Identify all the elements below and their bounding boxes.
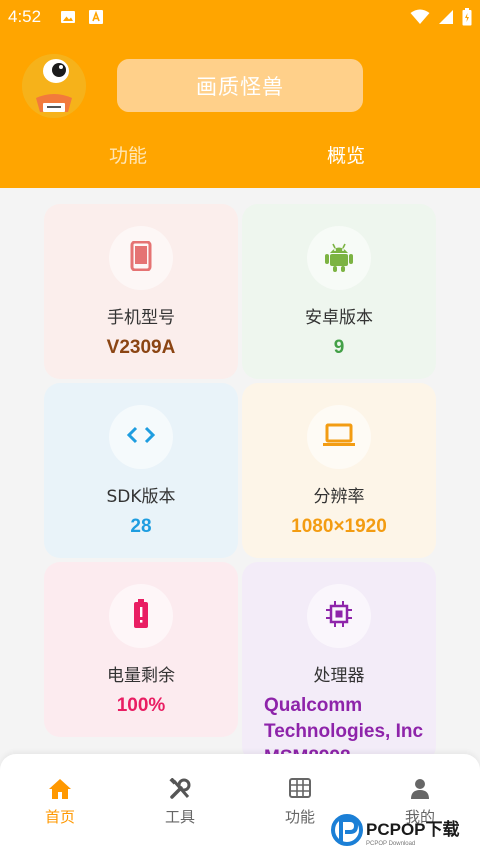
card-value: 9: [333, 337, 345, 358]
card-resolution: 分辨率 1080×1920: [242, 383, 436, 558]
card-battery: 电量剩余 100%: [44, 562, 238, 737]
home-icon: [48, 778, 72, 802]
pcpop-watermark: PCPOP下载 PCPOP Download: [330, 808, 480, 853]
battery-alert-icon: [133, 599, 149, 633]
nav-label: 工具: [164, 808, 195, 826]
card-value: V2309A: [106, 337, 176, 358]
nav-features[interactable]: 功能: [260, 778, 340, 827]
code-icon: [126, 425, 156, 449]
chip-icon: [325, 600, 353, 632]
person-icon: [410, 778, 430, 802]
card-label: 处理器: [313, 666, 365, 686]
card-value: 28: [130, 516, 152, 537]
nav-label: 首页: [44, 808, 75, 826]
android-icon: [324, 240, 354, 276]
phone-icon: [129, 240, 153, 275]
card-sdk-version: SDK版本 28: [44, 383, 238, 558]
card-value: 100%: [116, 695, 166, 716]
card-label: 手机型号: [107, 308, 175, 328]
overview-content: 手机型号 V2309A 安卓版本 9 SDK版本 28 分辨率 1080×192…: [0, 188, 480, 754]
laptop-icon: [322, 423, 356, 451]
app-notification-icon: [88, 9, 104, 29]
signal-icon: [438, 9, 454, 29]
status-bar: 4:52: [0, 0, 480, 34]
image-notification-icon: [60, 9, 76, 29]
nav-home[interactable]: 首页: [20, 778, 100, 827]
card-label: 分辨率: [313, 487, 365, 507]
card-label: SDK版本: [106, 487, 176, 507]
card-phone-model: 手机型号 V2309A: [44, 204, 238, 379]
app-header: 4:52 画质怪兽 功能 概览: [0, 0, 480, 188]
card-label: 电量剩余: [107, 666, 175, 686]
tools-icon: [169, 777, 191, 802]
tab-features[interactable]: 功能: [109, 141, 147, 168]
battery-icon: [462, 8, 472, 30]
card-value: Qualcomm Technologies, Inc MSM8998: [264, 695, 424, 754]
app-logo: [22, 54, 86, 118]
card-label: 安卓版本: [305, 308, 373, 328]
watermark-text: PCPOP下载: [366, 819, 460, 839]
app-title: 画质怪兽: [117, 59, 363, 112]
nav-tools[interactable]: 工具: [140, 777, 220, 827]
status-time: 4:52: [8, 7, 42, 26]
tab-overview[interactable]: 概览: [327, 141, 365, 168]
wifi-icon: [410, 9, 430, 29]
watermark-subtext: PCPOP Download: [366, 841, 415, 847]
card-processor: 处理器 Qualcomm Technologies, Inc MSM8998: [242, 562, 436, 754]
card-android-version: 安卓版本 9: [242, 204, 436, 379]
nav-label: 功能: [284, 808, 315, 826]
grid-icon: [289, 778, 311, 802]
card-value: 1080×1920: [291, 516, 387, 537]
